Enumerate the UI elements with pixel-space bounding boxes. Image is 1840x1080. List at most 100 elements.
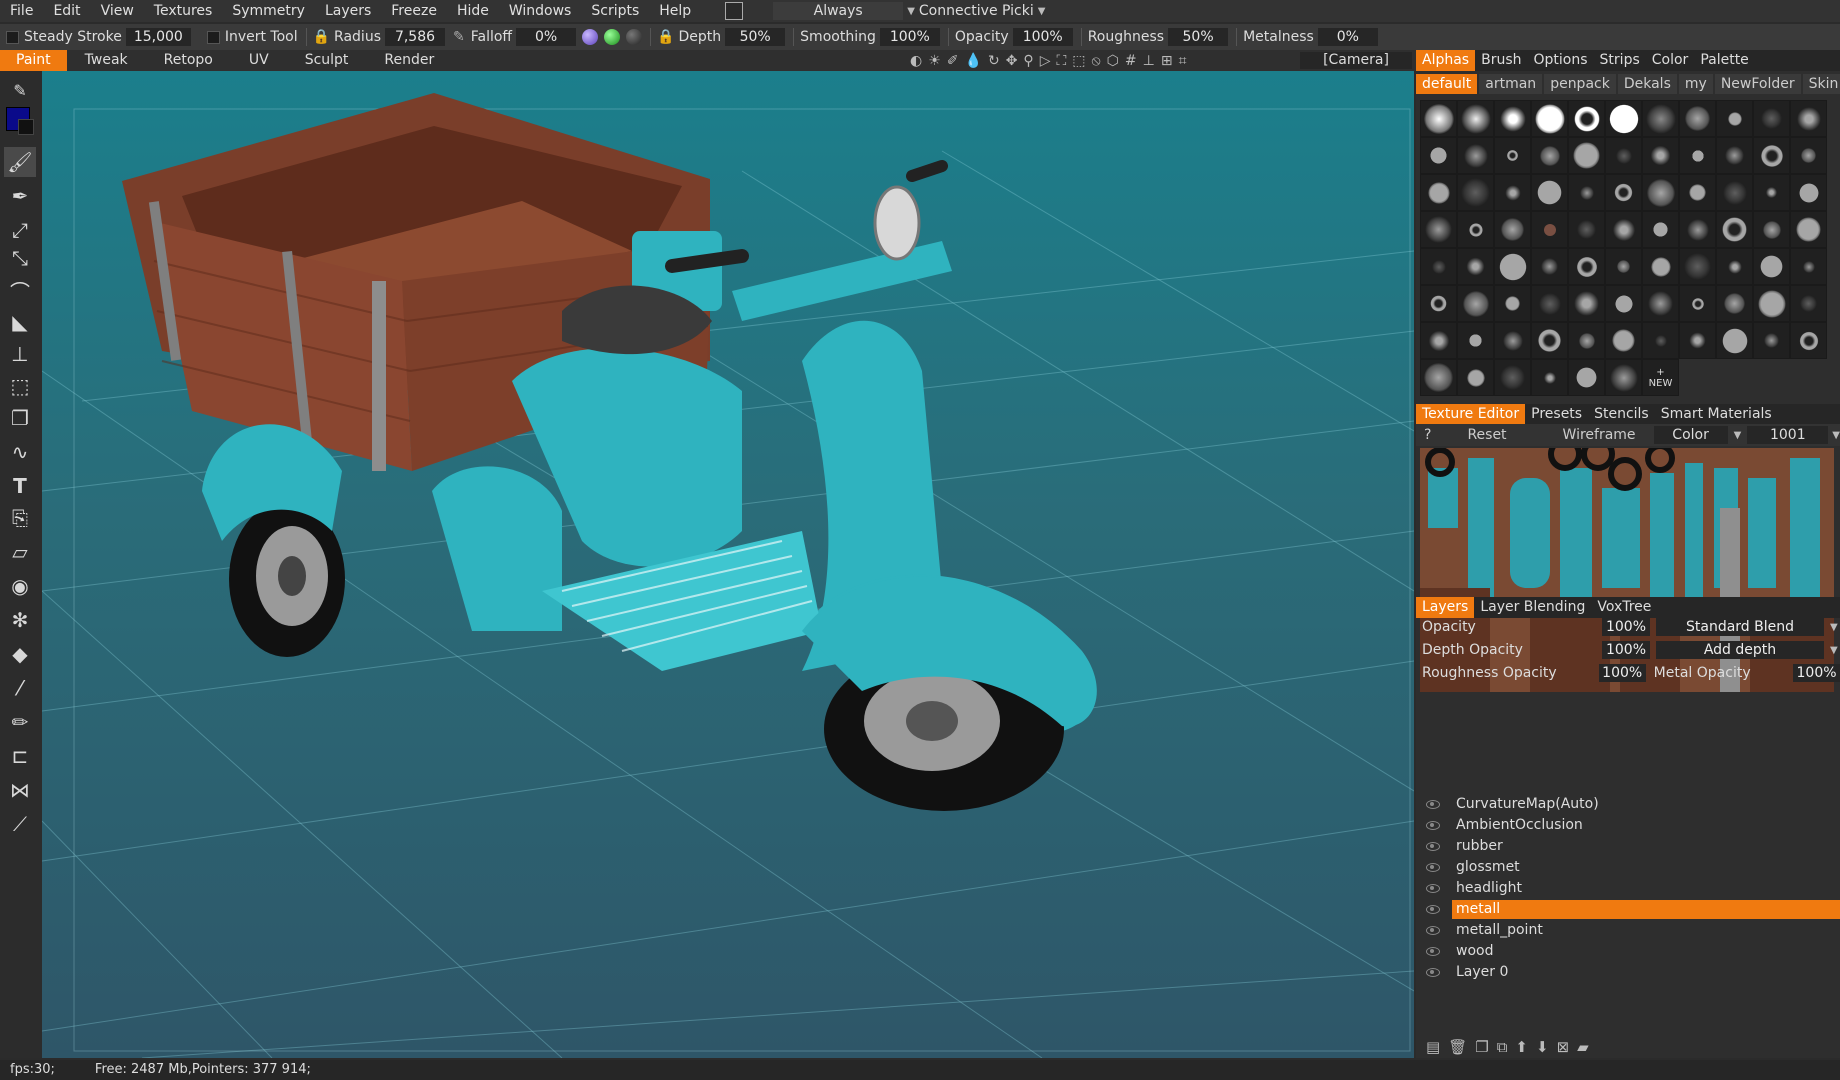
falloff-option[interactable]: Falloff 0% [471,28,577,46]
text-icon[interactable]: T [4,471,36,501]
tab-stencils[interactable]: Stencils [1588,404,1655,425]
alpha-thumbnail[interactable] [1753,211,1790,248]
tab-voxtree[interactable]: VoxTree [1591,597,1657,618]
fit-icon[interactable]: ⛶ [1056,53,1066,69]
alpha-thumbnail[interactable] [1457,174,1494,211]
3d-viewport[interactable] [42,71,1414,1058]
curve-icon[interactable]: ∿ [4,437,36,467]
alpha-thumbnail[interactable] [1568,100,1605,137]
alpha-thumbnail[interactable] [1605,174,1642,211]
alpha-thumbnail[interactable] [1457,359,1494,396]
roughness-opacity-value[interactable]: 100% [1598,664,1646,682]
layer-item[interactable]: CurvatureMap(Auto) [1416,794,1840,815]
menu-hide[interactable]: Hide [447,0,499,22]
alpha-thumbnail[interactable] [1790,322,1827,359]
eye-icon[interactable] [1426,968,1440,977]
clone-icon[interactable]: ⌒ [4,275,36,305]
zoom-icon[interactable]: ⚲ [1023,53,1033,69]
layer-item[interactable]: wood [1416,941,1840,962]
depth-value[interactable]: 50% [725,28,786,46]
pencil-icon[interactable]: ✏ [4,707,36,737]
move-up-icon[interactable]: ⬆ [1515,1038,1528,1056]
airbrush-icon[interactable]: ⤢ [4,215,36,245]
eraser-icon[interactable]: ▱ [4,537,36,567]
alpha-thumbnail[interactable] [1568,137,1605,174]
alpha-thumbnail[interactable] [1753,248,1790,285]
merge-icon[interactable]: ⧉ [1497,1038,1508,1056]
smoothing-value[interactable]: 100% [879,28,940,46]
alpha-thumbnail[interactable] [1457,285,1494,322]
alpha-thumbnail[interactable] [1531,211,1568,248]
tab-smart-materials[interactable]: Smart Materials [1655,404,1778,425]
alpha-thumbnail[interactable] [1531,137,1568,174]
material-ball-icon[interactable] [626,29,643,45]
tab-texture-editor[interactable]: Texture Editor [1416,404,1526,425]
alpha-thumbnail[interactable] [1605,359,1642,396]
eye-icon[interactable] [1426,863,1440,872]
folder-penpack[interactable]: penpack [1544,74,1616,94]
metal-opacity-value[interactable]: 100% [1793,664,1840,682]
alpha-thumbnail[interactable] [1716,211,1753,248]
steady-stroke-checkbox[interactable] [6,30,19,44]
alpha-thumbnail[interactable] [1420,211,1457,248]
alpha-thumbnail[interactable] [1457,100,1494,137]
falloff-value[interactable]: 0% [516,28,577,46]
eye-icon[interactable] [1426,884,1440,893]
new-alpha-button[interactable]: + NEW [1649,367,1673,389]
room-tab-tweak[interactable]: Tweak [67,50,146,71]
pick-icon[interactable]: ⎘ [4,503,36,533]
alpha-thumbnail[interactable] [1642,248,1679,285]
chevron-down-icon[interactable]: ▼ [1830,645,1838,656]
menu-freeze[interactable]: Freeze [381,0,447,22]
alpha-thumbnail[interactable] [1790,285,1827,322]
alpha-thumbnail[interactable] [1679,174,1716,211]
alpha-thumbnail[interactable] [1716,137,1753,174]
alpha-thumbnail[interactable] [1531,174,1568,211]
grid-icon[interactable]: # [1125,53,1137,69]
mode-dropdown[interactable]: Always [773,2,904,20]
metalness-value[interactable]: 0% [1317,28,1378,46]
alpha-thumbnail[interactable] [1753,322,1790,359]
alpha-thumbnail[interactable] [1531,248,1568,285]
measure-icon[interactable]: ⟋ [4,809,36,839]
folder-artman[interactable]: artman [1479,74,1543,94]
alpha-thumbnail[interactable] [1790,174,1827,211]
alpha-thumbnail[interactable] [1679,248,1716,285]
brush-icon[interactable]: 🖌 [4,147,36,177]
alpha-thumbnail[interactable] [1753,174,1790,211]
smudge-icon[interactable]: ⤡ [4,243,36,273]
alpha-thumbnail[interactable] [1420,174,1457,211]
alpha-thumbnail[interactable] [1679,211,1716,248]
alpha-thumbnail[interactable] [1531,322,1568,359]
alpha-thumbnail[interactable] [1605,285,1642,322]
layer-item[interactable]: metall_point [1416,920,1840,941]
brush-icon[interactable]: ✐ [947,53,959,69]
alpha-thumbnail[interactable] [1420,322,1457,359]
tab-options[interactable]: Options [1528,50,1594,71]
trash-icon[interactable]: 🗑 [1448,1038,1467,1056]
alpha-thumbnail[interactable] [1568,248,1605,285]
cube-icon[interactable]: ⬡ [1107,53,1119,69]
channel-dropdown[interactable]: Color [1653,426,1728,444]
room-tab-retopo[interactable]: Retopo [146,50,231,71]
symmetry-icon[interactable]: ⋈ [4,775,36,805]
invert-tool-checkbox[interactable] [206,30,220,44]
eye-icon[interactable] [1426,842,1440,851]
tab-brush[interactable]: Brush [1475,50,1527,71]
alpha-thumbnail[interactable] [1457,137,1494,174]
depth-mode-dropdown[interactable]: Add depth [1656,641,1824,659]
alpha-thumbnail[interactable] [1494,137,1531,174]
rotate-icon[interactable]: ↻ [988,53,1000,69]
eye-icon[interactable] [1426,905,1440,914]
alpha-thumbnail[interactable] [1679,100,1716,137]
room-tab-paint[interactable]: Paint [0,50,67,71]
invert-tool-option[interactable]: Invert Tool [206,29,298,45]
roughness-value[interactable]: 50% [1168,28,1229,46]
menu-view[interactable]: View [91,0,144,22]
room-tab-render[interactable]: Render [366,50,452,71]
roughness-option[interactable]: Roughness 50% [1088,28,1229,46]
folder-my[interactable]: my [1678,74,1713,94]
eye-icon[interactable] [1426,821,1440,830]
alpha-thumbnail[interactable] [1790,248,1827,285]
layer-item[interactable]: glossmet [1416,857,1840,878]
